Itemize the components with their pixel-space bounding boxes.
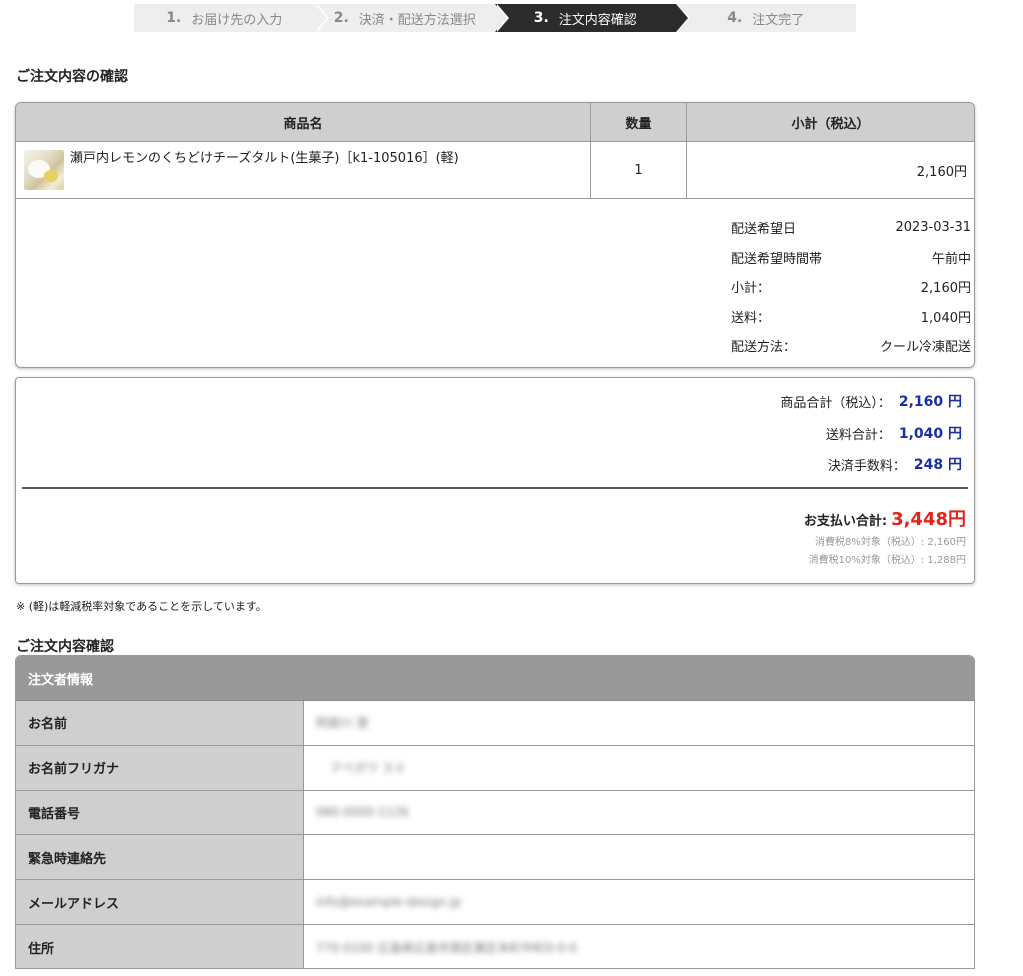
totals-box: 商品合計（税込）： 2,160 円 送料合計： 1,040 円 決済手数料： 2… <box>15 377 975 584</box>
address-value-text: 770-0100 広島県広島市南区東区本町中町0-0-0 <box>316 940 578 955</box>
totals-divider <box>22 487 968 489</box>
step-3-label: 注文内容確認 <box>558 12 637 28</box>
customer-info-header: 注文者情報 <box>16 656 974 701</box>
delivery-date-line: 配送希望日 2023-03-31 <box>731 213 971 243</box>
phone-value: 080-0000-1126 <box>304 791 974 835</box>
product-name: 瀬戸内レモンのくちどけチーズタルト(生菓子)［k1-105016］(軽) <box>70 151 459 166</box>
product-total-label: 商品合計（税込）： <box>780 395 891 411</box>
confirm-section-title: ご注文内容確認 <box>16 639 114 655</box>
step-2-label: 決済・配送方法選択 <box>358 12 476 28</box>
order-table-header: 商品名 数量 小計（税込） <box>16 103 974 142</box>
step-4: 4. 注文完了 <box>675 4 856 32</box>
header-product-name: 商品名 <box>16 103 591 141</box>
step-3-current: 3. 注文内容確認 <box>495 4 690 32</box>
reduced-tax-note: ※ (軽)は軽減税率対象であることを示しています。 <box>16 600 267 613</box>
delivery-date-value: 2023-03-31 <box>895 220 971 236</box>
furigana-label: お名前フリガナ <box>16 745 304 790</box>
phone-label: 電話番号 <box>16 790 304 835</box>
product-quantity: 1 <box>591 142 687 198</box>
step-1-label: お届け先の入力 <box>191 12 283 28</box>
product-cell: 瀬戸内レモンのくちどけチーズタルト(生菓子)［k1-105016］(軽) <box>16 142 591 198</box>
payment-fee-label: 決済手数料： <box>827 458 906 474</box>
phone-value-text: 080-0000-1126 <box>316 805 409 820</box>
header-subtotal: 小計（税込） <box>791 116 870 132</box>
customer-info-table: 注文者情報 お名前 阿部川 澄 お名前フリガナ アベガワ スミ 電話番号 080… <box>15 655 975 969</box>
subtotal-label: 小計： <box>731 281 771 297</box>
emergency-contact-label: 緊急時連絡先 <box>16 835 304 880</box>
subtotal-value: 2,160円 <box>920 281 971 297</box>
table-row: 緊急時連絡先 <box>16 835 974 881</box>
shipping-total-label: 送料合計： <box>825 427 891 443</box>
step-1-number: 1. <box>166 10 182 26</box>
shipping-method-line: 配送方法： クール冷凍配送 <box>731 331 971 361</box>
emergency-contact-value <box>304 835 974 879</box>
tax-10-percent: 消費税10%対象（税込）: 1,288円 <box>808 555 966 566</box>
name-value: 阿部川 澄 <box>304 701 974 745</box>
name-value-text: 阿部川 澄 <box>316 716 368 731</box>
subtotal-line: 小計： 2,160円 <box>731 272 971 302</box>
checkout-steps: 1. お届け先の入力 2. 決済・配送方法選択 3. 注文内容確認 4. 注文完… <box>134 4 856 32</box>
email-value: info@example-design.jp <box>304 880 974 924</box>
payment-fee-line: 決済手数料： 248 円 <box>828 454 962 474</box>
table-row: 電話番号 080-0000-1126 <box>16 790 974 836</box>
address-value: 770-0100 広島県広島市南区東区本町中町0-0-0 <box>304 925 974 968</box>
furigana-value: アベガワ スミ <box>304 746 974 790</box>
name-label: お名前 <box>16 701 304 745</box>
payment-total: お支払い合計: 3,448円 <box>804 505 966 531</box>
table-row: 住所 770-0100 広島県広島市南区東区本町中町0-0-0 <box>16 924 974 968</box>
order-table: 商品名 数量 小計（税込） 瀬戸内レモンのくちどけチーズタルト(生菓子)［k1-… <box>15 102 975 368</box>
delivery-time-line: 配送希望時間帯 午前中 <box>731 243 971 273</box>
delivery-time-value: 午前中 <box>931 251 971 267</box>
table-row: 瀬戸内レモンのくちどけチーズタルト(生菓子)［k1-105016］(軽) 1 2… <box>16 142 974 199</box>
product-total-line: 商品合計（税込）： 2,160 円 <box>780 391 962 411</box>
order-section-title: ご注文内容の確認 <box>16 69 128 85</box>
payment-total-label: お支払い合計: <box>803 514 888 529</box>
payment-fee-value: 248 円 <box>913 457 962 473</box>
address-label: 住所 <box>16 924 304 968</box>
table-row: メールアドレス info@example-design.jp <box>16 880 974 925</box>
step-1: 1. お届け先の入力 <box>134 4 329 32</box>
shipping-total-line: 送料合計： 1,040 円 <box>826 423 962 443</box>
shipping-fee-label: 送料： <box>731 310 771 326</box>
step-2: 2. 決済・配送方法選択 <box>314 4 509 32</box>
table-row: お名前 阿部川 澄 <box>16 701 974 746</box>
shipping-fee-line: 送料： 1,040円 <box>731 302 971 332</box>
furigana-value-text: アベガワ スミ <box>330 761 406 776</box>
step-4-number: 4. <box>727 10 743 26</box>
step-2-number: 2. <box>333 10 349 26</box>
delivery-time-label: 配送希望時間帯 <box>731 251 823 267</box>
shipping-method-label: 配送方法： <box>731 340 797 356</box>
shipping-fee-value: 1,040円 <box>920 310 971 326</box>
shipping-info: 配送希望日 2023-03-31 配送希望時間帯 午前中 小計： 2,160円 … <box>731 213 971 361</box>
table-row: お名前フリガナ アベガワ スミ <box>16 745 974 791</box>
header-quantity: 数量 <box>591 103 687 141</box>
product-thumbnail <box>24 150 64 190</box>
step-4-label: 注文完了 <box>752 12 805 28</box>
product-subtotal: 2,160円 <box>916 164 967 180</box>
payment-total-amount: 3,448円 <box>891 509 966 530</box>
product-total-value: 2,160 円 <box>898 394 962 410</box>
shipping-total-value: 1,040 円 <box>898 426 962 442</box>
delivery-date-label: 配送希望日 <box>731 222 797 238</box>
email-label: メールアドレス <box>16 880 304 924</box>
tax-8-percent: 消費税8%対象（税込）: 2,160円 <box>814 537 966 548</box>
step-3-number: 3. <box>533 10 549 26</box>
email-value-text: info@example-design.jp <box>316 895 462 910</box>
shipping-method-value: クール冷凍配送 <box>879 340 971 356</box>
